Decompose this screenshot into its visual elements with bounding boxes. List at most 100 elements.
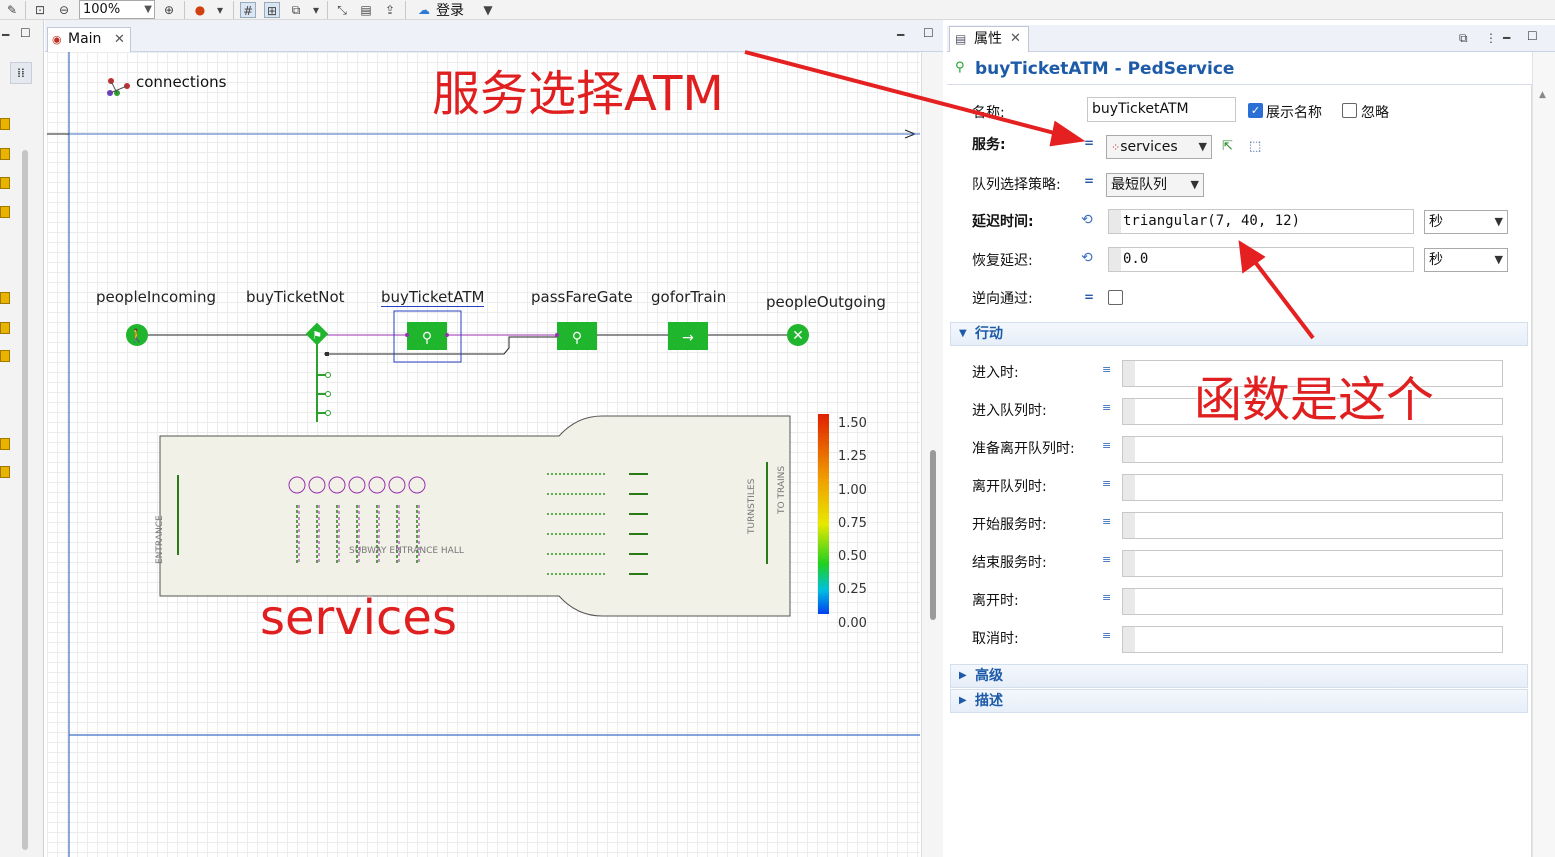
grid-icon[interactable]: # xyxy=(240,2,256,18)
snap-icon[interactable]: ⊞ xyxy=(264,2,280,18)
layers-icon[interactable]: ⧉ xyxy=(288,2,304,18)
node-label-people-incoming[interactable]: peopleIncoming xyxy=(96,288,216,306)
dynamic-value-icon[interactable]: ⟲ xyxy=(1081,250,1093,266)
recovery-unit-select[interactable]: 秒 ▼ xyxy=(1424,248,1508,272)
node-label-people-outgoing[interactable]: peopleOutgoing xyxy=(766,293,886,311)
recovery-label: 恢复延迟: xyxy=(972,253,1033,269)
left-panel-collapsed: ━ ☐ ⁞⁞ xyxy=(0,20,44,857)
service-select[interactable]: ⁘services ▼ xyxy=(1106,135,1212,159)
zoom-in-icon[interactable]: ⊕ xyxy=(161,2,177,18)
select-on-canvas-icon[interactable]: ⇱ xyxy=(1222,139,1233,154)
density-legend-ticks: 1.50 1.25 1.00 0.75 0.50 0.25 0.00 xyxy=(838,407,867,640)
show-name-checkbox[interactable]: ✓ xyxy=(1248,103,1263,118)
zoom-area-icon[interactable]: ⊡ xyxy=(32,2,48,18)
scrollbar-thumb[interactable] xyxy=(930,450,936,620)
pencil-icon xyxy=(0,292,10,304)
tab-properties[interactable]: ▤ 属性 ✕ xyxy=(949,26,1029,52)
queue-policy-value: 最短队列 xyxy=(1111,177,1167,193)
section-actions[interactable]: ▼ 行动 xyxy=(950,322,1528,346)
legend-tick: 1.00 xyxy=(838,482,867,498)
connections-label[interactable]: connections xyxy=(136,73,226,91)
action-label: 离开时: xyxy=(972,593,1019,609)
scroll-up-icon[interactable]: ▲ xyxy=(1539,90,1546,100)
annotation-services: services xyxy=(260,590,457,646)
delay-unit-value: 秒 xyxy=(1429,214,1443,230)
action-code-field[interactable] xyxy=(1122,436,1503,463)
section-description[interactable]: ▶ 描述 xyxy=(950,689,1528,713)
zoom-select[interactable]: 100% ▼ xyxy=(79,0,155,19)
node-label-buy-ticket-not[interactable]: buyTicketNot xyxy=(246,288,345,306)
show-name-label: 展示名称 xyxy=(1266,105,1322,121)
node-label-pass-fare-gate[interactable]: passFareGate xyxy=(531,288,633,306)
action-code-field[interactable] xyxy=(1122,588,1503,615)
maximize-icon[interactable]: ☐ xyxy=(20,26,31,40)
name-label: 名称: xyxy=(972,105,1005,121)
delay-input[interactable]: triangular(7, 40, 12) xyxy=(1108,209,1414,234)
svg-text:→: → xyxy=(682,330,694,346)
tab-properties-label: 属性 xyxy=(974,31,1002,47)
publish-icon[interactable]: ⇪ xyxy=(382,2,398,18)
action-code-field[interactable] xyxy=(1122,512,1503,539)
static-value-icon[interactable]: = xyxy=(1084,290,1094,304)
recovery-input[interactable]: 0.0 xyxy=(1108,247,1414,272)
dynamic-value-icon[interactable]: ⟲ xyxy=(1081,212,1093,228)
pencil-icon xyxy=(0,177,10,189)
node-label-gofor-train[interactable]: goforTrain xyxy=(651,288,726,306)
model-canvas[interactable]: 🚶 ⚑ ⚲ ⚲ → ✕ connections peopleIncoming b… xyxy=(47,52,920,857)
svg-text:⚲: ⚲ xyxy=(422,330,432,346)
action-label: 开始服务时: xyxy=(972,517,1047,533)
export-icon[interactable]: ▤ xyxy=(358,2,374,18)
delay-unit-select[interactable]: 秒 ▼ xyxy=(1424,210,1508,234)
layers-dropdown-icon[interactable]: ▾ xyxy=(308,2,324,18)
node-label-buy-ticket-atm[interactable]: buyTicketATM xyxy=(381,288,485,307)
ignore-checkbox[interactable] xyxy=(1342,103,1357,118)
name-input[interactable]: buyTicketATM xyxy=(1087,97,1236,122)
minimize-icon[interactable]: ━ xyxy=(897,28,904,42)
section-description-label: 描述 xyxy=(975,693,1003,709)
view-menu-icon[interactable]: ⋮ xyxy=(1485,31,1497,45)
static-value-icon[interactable]: = xyxy=(1084,136,1094,150)
login-button[interactable]: 登录 xyxy=(436,0,464,20)
action-code-field[interactable] xyxy=(1122,626,1503,653)
action-code-field[interactable] xyxy=(1122,550,1503,577)
canvas-scrollbar[interactable] xyxy=(921,52,943,857)
tab-main[interactable]: ◉ Main ✕ xyxy=(47,27,131,52)
section-advanced[interactable]: ▶ 高级 xyxy=(950,664,1528,688)
action-label: 取消时: xyxy=(972,631,1019,647)
close-icon[interactable]: ✕ xyxy=(114,28,125,51)
properties-scrollbar[interactable]: ▲ xyxy=(1532,52,1555,857)
action-label: 结束服务时: xyxy=(972,555,1047,571)
chevron-down-icon: ▼ xyxy=(1494,253,1503,266)
svg-text:⚑: ⚑ xyxy=(312,329,322,342)
new-window-icon[interactable]: ⧉ xyxy=(1459,31,1468,46)
left-scrollbar[interactable] xyxy=(22,150,28,850)
run-dropdown-icon[interactable]: ▾ xyxy=(212,2,228,18)
action-code-field[interactable] xyxy=(1122,474,1503,501)
maximize-icon[interactable]: ☐ xyxy=(1527,29,1538,43)
reverse-checkbox[interactable] xyxy=(1108,290,1123,305)
build-icon[interactable]: ✎ xyxy=(4,2,20,18)
legend-tick: 1.50 xyxy=(838,416,867,431)
close-icon[interactable]: ✕ xyxy=(1010,27,1021,51)
queue-policy-select[interactable]: 最短队列 ▼ xyxy=(1106,173,1204,197)
select-area-icon[interactable]: ⬚ xyxy=(1249,139,1261,154)
maximize-icon[interactable]: ☐ xyxy=(923,26,934,40)
connector-icon[interactable]: ⤡ xyxy=(334,2,350,18)
action-label: 进入时: xyxy=(972,365,1019,381)
action-label: 准备离开队列时: xyxy=(972,441,1075,457)
run-icon[interactable]: ● xyxy=(192,2,208,18)
action-label: 进入队列时: xyxy=(972,403,1047,419)
properties-title: buyTicketATM - PedService xyxy=(975,59,1235,79)
zoom-out-icon[interactable]: ⊖ xyxy=(56,2,72,18)
palette-icon[interactable]: ⁞⁞ xyxy=(10,62,32,84)
pencil-icon xyxy=(0,148,10,160)
minimize-icon[interactable]: ━ xyxy=(2,28,9,42)
svg-text:⚲: ⚲ xyxy=(572,330,582,346)
chevron-down-icon: ▼ xyxy=(959,328,967,339)
minimize-icon[interactable]: ━ xyxy=(1503,31,1510,45)
login-dropdown-icon[interactable]: ▼ xyxy=(480,2,496,18)
zoom-value: 100% xyxy=(83,2,121,17)
svg-text:✕: ✕ xyxy=(792,328,804,344)
static-value-icon[interactable]: = xyxy=(1084,174,1094,188)
code-icon: ≡ xyxy=(1102,477,1112,490)
